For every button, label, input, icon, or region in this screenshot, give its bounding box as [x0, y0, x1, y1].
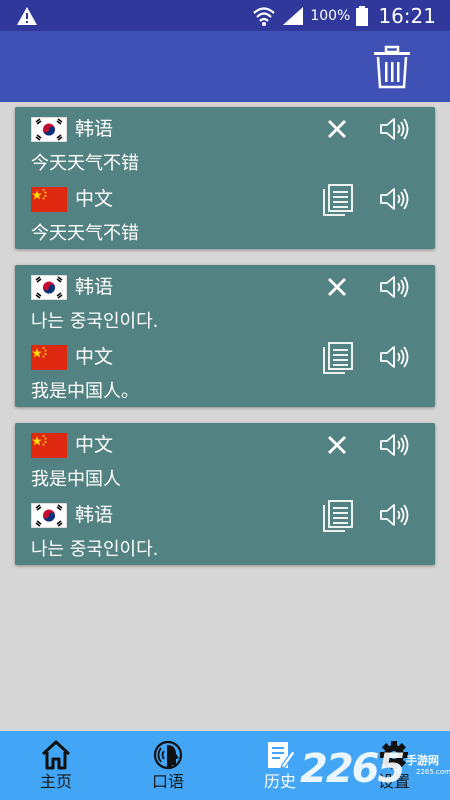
wifi-icon: [253, 6, 276, 26]
history-card: 中文 我是中国人 韩语 나는 중국인이다.: [15, 423, 435, 565]
history-list: 韩语 今天天气不错 中文 今天天气不错 韩语 나는 중국인이다. 中文 我是中国…: [15, 107, 435, 581]
target-lang-label: 中文: [75, 346, 114, 368]
source-text: 今天天气不错: [31, 153, 139, 174]
nav-item-speech[interactable]: 口语: [112, 731, 224, 800]
target-text-row: 今天天气不错: [15, 221, 435, 247]
history-card: 韩语 今天天气不错 中文 今天天气不错: [15, 107, 435, 249]
target-lang-row: 中文: [15, 183, 435, 217]
china-flag-icon: [31, 187, 67, 212]
source-lang-row: 韩语: [15, 113, 435, 145]
close-icon[interactable]: [323, 115, 351, 143]
source-lang-row: 中文: [15, 429, 435, 461]
speaker-icon[interactable]: [379, 501, 411, 529]
source-text-row: 今天天气不错: [15, 151, 435, 177]
watermark-number: 2265: [300, 746, 405, 792]
home-icon: [41, 740, 71, 770]
target-text-row: 나는 중국인이다.: [15, 537, 435, 563]
copy-icon[interactable]: [321, 341, 355, 375]
speaker-icon[interactable]: [379, 343, 411, 371]
copy-icon[interactable]: [321, 183, 355, 217]
nav-label: 口语: [151, 772, 184, 791]
warning-icon: [17, 7, 37, 25]
close-icon[interactable]: [323, 431, 351, 459]
battery-icon: [356, 5, 369, 26]
nav-item-home[interactable]: 主页: [0, 731, 112, 800]
target-text: 今天天气不错: [31, 223, 139, 244]
battery-percent: 100%: [310, 7, 351, 24]
source-text-row: 나는 중국인이다.: [15, 309, 435, 335]
korea-flag-icon: [31, 275, 67, 300]
speaker-icon[interactable]: [379, 185, 411, 213]
watermark-logo: 2265 手游网 2265.com: [300, 746, 450, 796]
status-bar: 100% 16:21: [0, 0, 450, 31]
signal-icon: [283, 6, 304, 25]
source-text: 나는 중국인이다.: [31, 311, 159, 332]
source-text: 我是中国人: [31, 469, 121, 490]
status-right: 100% 16:21: [252, 0, 436, 31]
close-icon[interactable]: [323, 273, 351, 301]
source-lang-label: 韩语: [75, 118, 114, 140]
history-card: 韩语 나는 중국인이다. 中文 我是中国人。: [15, 265, 435, 407]
target-text: 나는 중국인이다.: [31, 539, 159, 560]
copy-icon[interactable]: [321, 499, 355, 533]
source-lang-label: 中文: [75, 434, 114, 456]
china-flag-icon: [31, 345, 67, 370]
watermark-text: 手游网: [406, 754, 439, 767]
target-lang-row: 中文: [15, 341, 435, 375]
korea-flag-icon: [31, 503, 67, 528]
source-lang-label: 韩语: [75, 276, 114, 298]
korea-flag-icon: [31, 117, 67, 142]
speech-icon: [153, 740, 183, 770]
trash-icon[interactable]: [372, 45, 412, 89]
source-lang-row: 韩语: [15, 271, 435, 303]
history-icon: [268, 742, 296, 769]
target-text-row: 我是中国人。: [15, 379, 435, 405]
status-time: 16:21: [378, 3, 436, 28]
source-text-row: 我是中国人: [15, 467, 435, 493]
app-bar: [0, 31, 450, 102]
target-lang-label: 韩语: [75, 504, 114, 526]
target-lang-label: 中文: [75, 188, 114, 210]
target-text: 我是中国人。: [31, 381, 139, 402]
target-lang-row: 韩语: [15, 499, 435, 533]
speaker-icon[interactable]: [379, 115, 411, 143]
speaker-icon[interactable]: [379, 431, 411, 459]
china-flag-icon: [31, 433, 67, 458]
watermark-domain: 2265.com: [416, 768, 450, 776]
speaker-icon[interactable]: [379, 273, 411, 301]
nav-label: 主页: [39, 772, 72, 791]
